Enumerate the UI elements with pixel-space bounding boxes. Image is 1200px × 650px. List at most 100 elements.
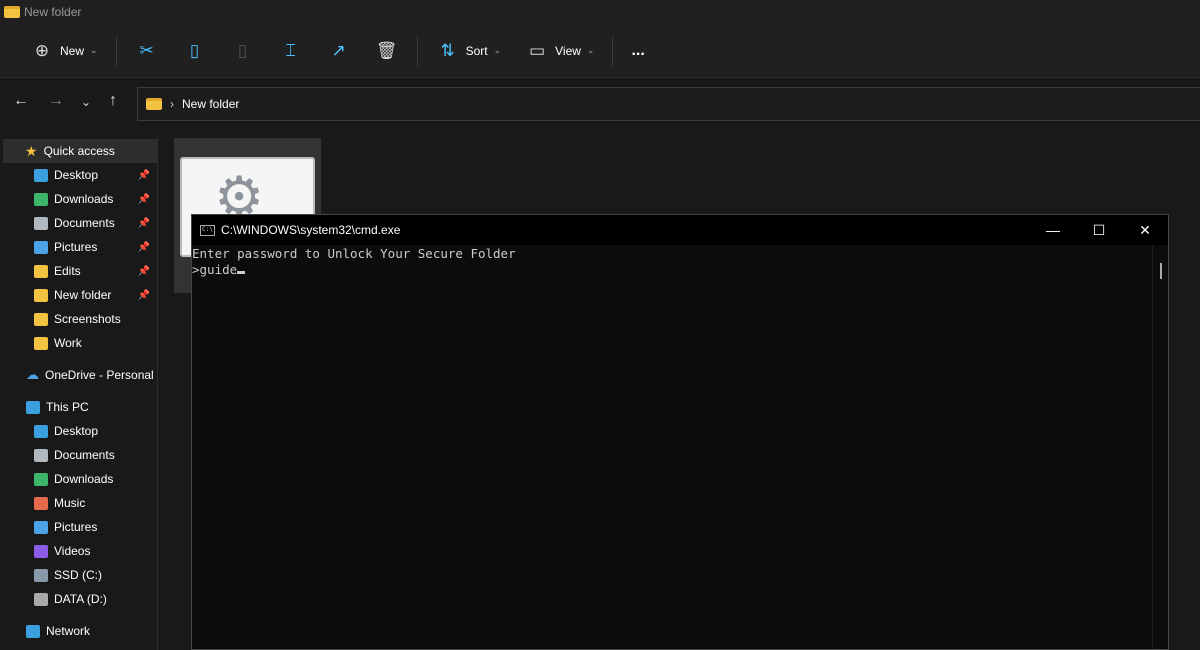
cmd-window[interactable]: C:\ C:\WINDOWS\system32\cmd.exe — ☐ ✕ En… [191, 214, 1169, 650]
item-icon [34, 169, 48, 182]
navigation-bar: ← → ⌄ ↑ › New folder [0, 78, 1200, 130]
terminal-output[interactable]: Enter password to Unlock Your Secure Fol… [192, 245, 1168, 278]
copy-button[interactable]: ▯ [171, 33, 219, 69]
pin-icon[interactable]: 📌 [138, 170, 150, 181]
cloud-icon: ☁ [26, 367, 39, 383]
sidebar-item-data-d-[interactable]: DATA (D:) [0, 587, 154, 611]
delete-button[interactable]: 🗑 [363, 33, 411, 69]
sidebar-item-label: New folder [54, 288, 111, 302]
sidebar-item-downloads[interactable]: Downloads 📌 [0, 187, 154, 211]
star-icon: ★ [25, 143, 38, 160]
forward-arrow-icon[interactable]: → [48, 92, 64, 110]
prompt: > [192, 262, 200, 277]
sidebar-item-ssd-c-[interactable]: SSD (C:) [0, 563, 154, 587]
view-button[interactable]: ▭ View ⌄ [513, 33, 606, 69]
view-icon: ▭ [525, 41, 549, 61]
sidebar-item-new-folder[interactable]: New folder 📌 [0, 283, 154, 307]
sidebar-item-documents[interactable]: Documents📌 [0, 211, 154, 235]
computer-icon [26, 401, 40, 414]
sidebar-item-label: Pictures [54, 240, 97, 254]
sidebar-item-desktop[interactable]: Desktop [0, 419, 154, 443]
divider [116, 36, 117, 66]
folder-icon [4, 6, 20, 18]
network-icon [26, 625, 40, 638]
sidebar-item-label: Downloads [54, 472, 113, 486]
sidebar-item-label: Edits [54, 264, 81, 278]
more-icon: ... [631, 42, 644, 60]
recent-chevron-icon[interactable]: ⌄ [81, 95, 91, 109]
item-icon [34, 497, 48, 510]
password-input[interactable]: guide [200, 262, 238, 277]
item-icon [34, 473, 48, 486]
sort-label: Sort [466, 44, 488, 58]
copy-icon: ▯ [183, 41, 207, 61]
folder-icon [34, 337, 48, 350]
scrollbar-thumb[interactable] [1160, 263, 1162, 279]
new-button[interactable]: ⊕New⌄ [18, 33, 110, 69]
sidebar-item-label: Quick access [44, 144, 115, 158]
sidebar-item-network[interactable]: Network [0, 619, 154, 643]
pin-icon[interactable]: 📌 [138, 218, 150, 229]
sidebar-item-desktop[interactable]: Desktop 📌 [0, 163, 154, 187]
share-button[interactable]: ↗ [315, 33, 363, 69]
sidebar-item-quick-access[interactable]: ★ Quick access [3, 139, 157, 163]
sidebar-item-work[interactable]: Work [0, 331, 154, 355]
cut-button[interactable]: ✂ [123, 33, 171, 69]
trash-icon: 🗑 [375, 41, 399, 61]
rename-icon: ⌶ [279, 41, 303, 61]
folder-icon [34, 265, 48, 278]
sort-button[interactable]: ⇅Sort⌄ [424, 33, 514, 69]
sidebar-item-pictures[interactable]: Pictures [0, 515, 154, 539]
sidebar-item-label: Work [54, 336, 82, 350]
sidebar-item-documents[interactable]: Documents [0, 443, 154, 467]
cmd-title-bar[interactable]: C:\ C:\WINDOWS\system32\cmd.exe [192, 215, 1168, 245]
view-label: View [555, 44, 581, 58]
divider [612, 36, 613, 66]
sidebar-item-videos[interactable]: Videos [0, 539, 154, 563]
chevron-down-icon: ⌄ [587, 45, 595, 56]
terminal-line: Enter password to Unlock Your Secure Fol… [192, 246, 1168, 262]
more-button[interactable]: ... [619, 33, 656, 69]
breadcrumb-chevron-icon: › [170, 97, 174, 111]
rename-button[interactable]: ⌶ [267, 33, 315, 69]
cmd-icon: C:\ [200, 225, 215, 236]
sidebar-item-label: Videos [54, 544, 90, 558]
close-button[interactable]: ✕ [1122, 215, 1168, 245]
new-label: New [60, 44, 84, 58]
sidebar-item-label: Music [54, 496, 85, 510]
sidebar-item-label: Downloads [54, 192, 113, 206]
folder-icon [146, 98, 162, 110]
pin-icon[interactable]: 📌 [138, 242, 150, 253]
sidebar-item-pictures[interactable]: Pictures 📌 [0, 235, 154, 259]
back-arrow-icon[interactable]: ← [13, 92, 29, 110]
sidebar-item-label: Desktop [54, 168, 98, 182]
paste-button[interactable]: ▯ [219, 33, 267, 69]
cmd-title: C:\WINDOWS\system32\cmd.exe [221, 223, 400, 237]
pin-icon[interactable]: 📌 [138, 290, 150, 301]
item-icon [34, 593, 48, 606]
pin-icon[interactable]: 📌 [138, 266, 150, 277]
sidebar-item-label: Documents [54, 448, 115, 462]
chevron-down-icon: ⌄ [494, 45, 502, 56]
folder-icon [34, 313, 48, 326]
up-arrow-icon[interactable]: ↑ [109, 92, 117, 110]
pin-icon[interactable]: 📌 [138, 194, 150, 205]
breadcrumb-item: New folder [182, 97, 239, 111]
item-icon [34, 521, 48, 534]
folder-icon [34, 289, 48, 302]
title-bar: New folder [0, 0, 1200, 24]
item-icon [34, 241, 48, 254]
sidebar-item-label: This PC [46, 400, 89, 414]
sidebar-item-screenshots[interactable]: Screenshots [0, 307, 154, 331]
address-bar[interactable]: › New folder [137, 87, 1200, 121]
sidebar-item-downloads[interactable]: Downloads [0, 467, 154, 491]
maximize-button[interactable]: ☐ [1076, 215, 1122, 245]
sidebar-item-edits[interactable]: Edits 📌 [0, 259, 154, 283]
item-icon [34, 569, 48, 582]
minimize-button[interactable]: — [1030, 215, 1076, 245]
plus-circle-icon: ⊕ [30, 41, 54, 61]
sidebar-item-music[interactable]: Music [0, 491, 154, 515]
sidebar-item-onedrive[interactable]: ☁OneDrive - Personal [0, 363, 154, 387]
scrollbar[interactable] [1152, 245, 1168, 649]
sidebar-item-this-pc[interactable]: This PC [0, 395, 154, 419]
